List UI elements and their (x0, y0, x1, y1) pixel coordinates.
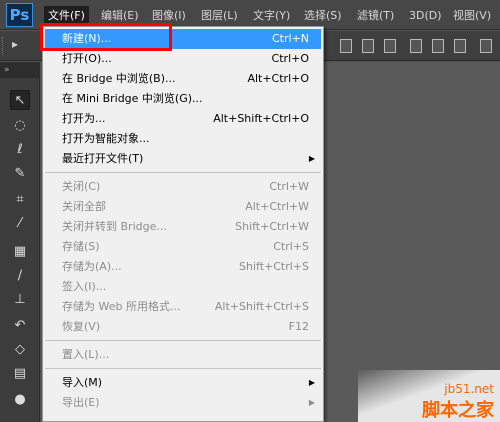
menu-item-label: 关闭并转到 Bridge... (62, 220, 167, 233)
menu-item-shortcut: Shift+Ctrl+S (239, 260, 309, 273)
menu-item-place[interactable]: 置入(L)... (45, 345, 321, 365)
menu-item-label: 存储为(A)... (62, 260, 122, 273)
photoshop-logo: Ps (6, 3, 33, 27)
clone-stamp-tool-icon[interactable]: ⊥ (10, 290, 30, 310)
align-top-icon[interactable] (340, 39, 352, 53)
marquee-tool-icon[interactable]: ◌ (10, 116, 30, 136)
menu-3d[interactable]: 3D(D) (405, 6, 446, 26)
menu-layer[interactable]: 图层(L) (197, 6, 242, 26)
menu-item-close-all[interactable]: 关闭全部 Alt+Ctrl+W (45, 197, 321, 217)
menu-item-label: 导入(M) (62, 376, 103, 389)
menu-item-close[interactable]: 关闭(C) Ctrl+W (45, 177, 321, 197)
menu-item-browse-in-mini-bridge[interactable]: 在 Mini Bridge 中浏览(G)... (45, 89, 321, 109)
menu-item-label: 打开(O)... (62, 52, 112, 65)
lasso-tool-icon[interactable]: ℓ (10, 140, 30, 160)
menu-item-shortcut: F12 (288, 320, 309, 333)
watermark: jb51.net 脚本之家 (358, 370, 500, 422)
blur-tool-icon[interactable]: ● (10, 390, 30, 410)
menu-item-import[interactable]: 导入(M) ▶ (45, 373, 321, 393)
menu-select[interactable]: 选择(S) (300, 6, 346, 26)
menu-item-open-recent[interactable]: 最近打开文件(T) ▶ (45, 149, 321, 169)
tool-preset-arrow-icon[interactable]: ▸ (12, 37, 28, 55)
options-bar-grip[interactable] (2, 37, 6, 55)
file-menu-dropdown: 新建(N)... Ctrl+N 打开(O)... Ctrl+O 在 Bridge… (42, 26, 324, 422)
watermark-name: 脚本之家 (422, 400, 494, 421)
align-right-icon[interactable] (454, 39, 466, 53)
menu-item-label: 打开为智能对象... (62, 132, 150, 145)
submenu-arrow-icon: ▶ (308, 378, 315, 387)
eyedropper-tool-icon[interactable]: ⁄ (10, 214, 30, 234)
menu-item-shortcut: Shift+Ctrl+W (235, 220, 309, 233)
menu-view[interactable]: 视图(V) (449, 6, 495, 26)
menu-filter[interactable]: 滤镜(T) (353, 6, 398, 26)
brush-tool-icon[interactable]: ∕ (10, 266, 30, 286)
menu-item-label: 存储(S) (62, 240, 100, 253)
menu-item-label: 在 Mini Bridge 中浏览(G)... (62, 92, 203, 105)
menu-separator (45, 172, 321, 173)
menu-item-check-in[interactable]: 签入(I)... (45, 277, 321, 297)
annotation-highlight-box (40, 23, 172, 51)
healing-brush-tool-icon[interactable]: ▦ (10, 242, 30, 262)
menu-item-save-as[interactable]: 存储为(A)... Shift+Ctrl+S (45, 257, 321, 277)
align-bottom-icon[interactable] (384, 39, 396, 53)
history-brush-tool-icon[interactable]: ↶ (10, 316, 30, 336)
menu-item-browse-in-bridge[interactable]: 在 Bridge 中浏览(B)... Alt+Ctrl+O (45, 69, 321, 89)
menu-item-label: 关闭全部 (62, 200, 106, 213)
menu-item-label: 恢复(V) (62, 320, 101, 333)
eraser-tool-icon[interactable]: ◇ (10, 340, 30, 360)
menu-item-revert[interactable]: 恢复(V) F12 (45, 317, 321, 337)
menu-item-close-and-go-to-bridge[interactable]: 关闭并转到 Bridge... Shift+Ctrl+W (45, 217, 321, 237)
menu-item-open-as-smart-object[interactable]: 打开为智能对象... (45, 129, 321, 149)
menu-item-label: 导出(E) (62, 396, 100, 409)
align-left-icon[interactable] (410, 39, 422, 53)
menu-item-save-for-web[interactable]: 存储为 Web 所用格式... Alt+Shift+Ctrl+S (45, 297, 321, 317)
submenu-arrow-icon: ▶ (308, 398, 315, 407)
menu-item-shortcut: Ctrl+W (269, 180, 309, 193)
quick-select-tool-icon[interactable]: ✎ (10, 164, 30, 184)
distribute-icon[interactable] (480, 39, 492, 53)
tools-panel-collapse[interactable]: » (0, 62, 40, 78)
menu-item-shortcut: Alt+Ctrl+W (245, 200, 309, 213)
menu-separator (45, 368, 321, 369)
menu-item-label: 存储为 Web 所用格式... (62, 300, 181, 313)
menu-item-open[interactable]: 打开(O)... Ctrl+O (45, 49, 321, 69)
menu-item-open-as[interactable]: 打开为... Alt+Shift+Ctrl+O (45, 109, 321, 129)
menu-item-shortcut: Ctrl+N (271, 32, 309, 45)
watermark-url: jb51.net (444, 382, 494, 396)
menu-item-label: 最近打开文件(T) (62, 152, 144, 165)
menu-item-shortcut: Alt+Shift+Ctrl+S (214, 300, 309, 313)
menu-item-label: 在 Bridge 中浏览(B)... (62, 72, 176, 85)
menu-item-shortcut: Alt+Ctrl+O (247, 72, 309, 85)
submenu-arrow-icon: ▶ (308, 154, 315, 163)
menu-item-label: 置入(L)... (62, 348, 110, 361)
align-center-icon[interactable] (432, 39, 444, 53)
menu-item-shortcut: Alt+Shift+Ctrl+O (213, 112, 309, 125)
menu-item-shortcut: Ctrl+O (271, 52, 309, 65)
align-middle-icon[interactable] (362, 39, 374, 53)
gradient-tool-icon[interactable]: ▤ (10, 364, 30, 384)
crop-tool-icon[interactable]: ⌗ (10, 190, 30, 210)
menu-item-save[interactable]: 存储(S) Ctrl+S (45, 237, 321, 257)
menu-item-label: 签入(I)... (62, 280, 107, 293)
menu-item-label: 关闭(C) (62, 180, 101, 193)
menu-item-label: 打开为... (62, 112, 106, 125)
menu-item-export[interactable]: 导出(E) ▶ (45, 393, 321, 413)
move-tool-icon[interactable]: ↖ (10, 90, 30, 110)
menu-item-shortcut: Ctrl+S (273, 240, 309, 253)
tools-panel: » ↖ ◌ ℓ ✎ ⌗ ⁄ ▦ ∕ ⊥ ↶ ◇ ▤ ● (0, 62, 40, 422)
menu-separator (45, 340, 321, 341)
menu-type[interactable]: 文字(Y) (249, 6, 294, 26)
